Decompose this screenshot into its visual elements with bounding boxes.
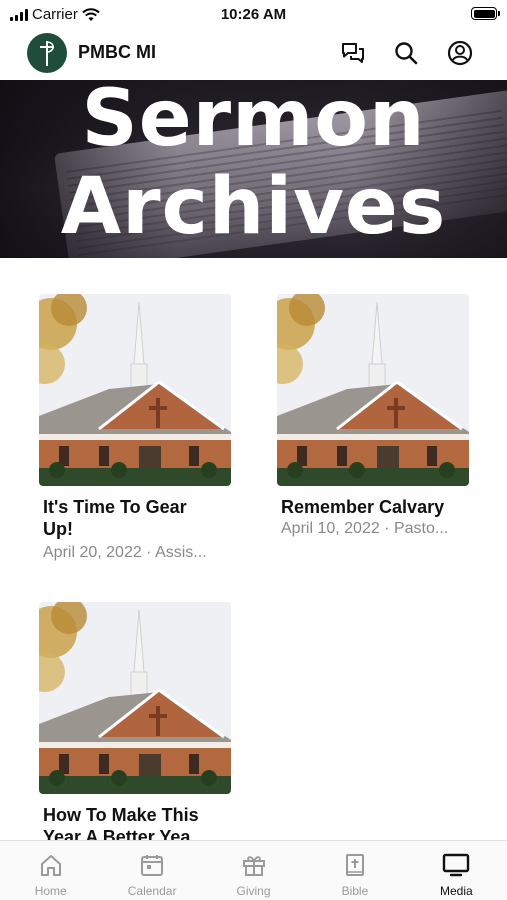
home-icon [37, 851, 65, 879]
cross-logo-icon [40, 41, 54, 66]
sermon-archives-banner: Sermon Archives [0, 80, 507, 258]
chat-button[interactable] [339, 39, 367, 67]
sermon-title: It's Time To Gear Up! [43, 497, 187, 539]
tab-media[interactable]: Media [406, 841, 507, 900]
church-image [39, 294, 231, 486]
sermon-meta: April 10, 2022 · Pasto... [281, 520, 449, 537]
sermon-thumbnail [39, 294, 231, 486]
account-button[interactable] [446, 39, 474, 67]
status-bar: Carrier 10:26 AM [0, 0, 507, 30]
gift-icon [240, 851, 268, 879]
tab-home[interactable]: Home [0, 841, 101, 900]
tab-bar: Home Calendar Giving Bible Media [0, 840, 507, 900]
tab-label: Bible [341, 884, 369, 898]
tab-label: Giving [236, 884, 271, 898]
church-logo[interactable] [27, 33, 67, 73]
sermon-thumbnail [277, 294, 469, 486]
search-button[interactable] [392, 39, 420, 67]
banner-title-line2: Archives [60, 162, 447, 252]
sermon-card[interactable]: Remember Calvary April 10, 2022 · Pasto.… [277, 294, 477, 544]
sermon-meta: April 20, 2022 · Assis... [43, 544, 207, 561]
status-time: 10:26 AM [220, 6, 287, 23]
account-icon [447, 40, 473, 66]
sermon-card[interactable]: How To Make This Year A Better Yea... [39, 602, 239, 847]
tab-label: Media [439, 884, 473, 898]
church-image [277, 294, 469, 486]
search-icon [395, 42, 418, 65]
tab-bible[interactable]: Bible [304, 841, 405, 900]
tv-icon [442, 851, 470, 879]
church-image [39, 602, 231, 794]
tab-label: Home [34, 884, 67, 898]
tab-label: Calendar [127, 884, 177, 898]
chat-icon [342, 43, 364, 63]
banner-title-line1: Sermon [81, 80, 426, 164]
app-header: PMBC MI [0, 30, 507, 78]
battery-icon [471, 7, 500, 20]
sermon-title: Remember Calvary [281, 497, 445, 517]
tab-calendar[interactable]: Calendar [101, 841, 202, 900]
bible-icon [341, 851, 369, 879]
sermon-card[interactable]: It's Time To Gear Up! April 20, 2022 · A… [39, 294, 239, 564]
sermon-thumbnail [39, 602, 231, 794]
app-title: PMBC MI [78, 42, 156, 62]
calendar-icon [138, 851, 166, 879]
tab-giving[interactable]: Giving [203, 841, 304, 900]
